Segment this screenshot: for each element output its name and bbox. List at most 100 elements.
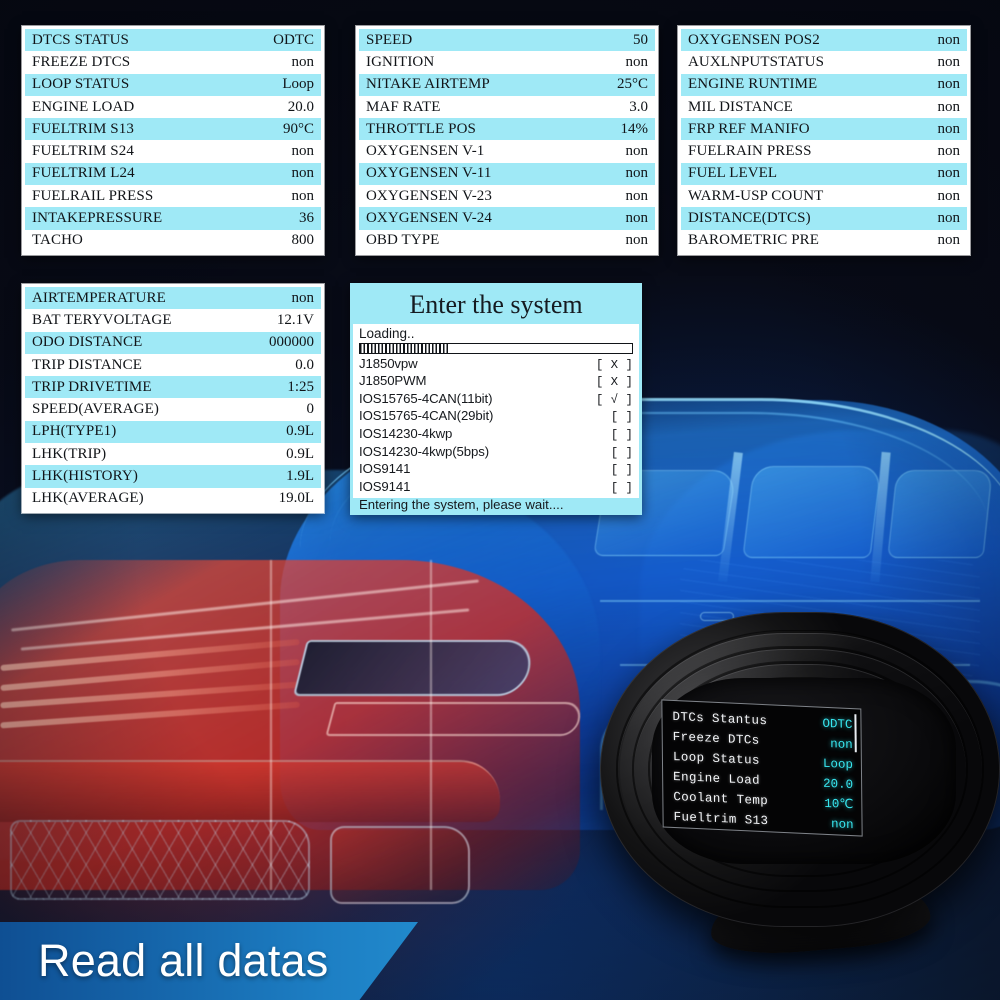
row-key: WARM-USP COUNT xyxy=(688,187,824,204)
bottom-banner: Read all datas xyxy=(0,922,418,1000)
panel-sensor-data: OXYGENSEN POS2 non AUXLNPUTSTATUS non ENGINE… xyxy=(678,26,970,255)
table-row: FREEZE DTCS non xyxy=(25,51,321,73)
table-row: THROTTLE POS 14% xyxy=(359,118,655,141)
enter-system-title: Enter the system xyxy=(353,286,639,324)
row-value: non xyxy=(625,143,649,160)
protocol-row: IOS14230-4kwp [ ] xyxy=(359,426,633,444)
row-value: non xyxy=(291,165,315,182)
table-row: FUELTRIM S24 non xyxy=(25,140,321,162)
protocol-row: J1850vpw [ X ] xyxy=(359,356,633,374)
row-value: 12.1V xyxy=(276,311,314,328)
row-value: non xyxy=(937,31,961,48)
table-row: FUELRAIN PRESS non xyxy=(681,140,967,162)
row-key: OXYGENSEN V-11 xyxy=(366,165,492,182)
device-lcd-caret xyxy=(854,714,857,753)
table-row: ODO DISTANCE 000000 xyxy=(25,331,321,354)
protocol-row: IOS15765-4CAN(29bit) [ ] xyxy=(359,408,633,426)
table-row: FUELRAIL PRESS non xyxy=(25,185,321,207)
row-value: 25°C xyxy=(616,76,648,93)
lcd-row-value: Loop xyxy=(822,756,853,773)
row-key: OBD TYPE xyxy=(366,232,440,249)
row-key: ENGINE LOAD xyxy=(32,98,135,115)
protocol-status: [ ] xyxy=(610,463,633,478)
protocol-status: [ ] xyxy=(610,445,633,460)
table-row: FUELTRIM S13 90°C xyxy=(25,118,321,141)
protocol-name: J1850PWM xyxy=(359,373,427,389)
row-key: TACHO xyxy=(32,232,83,249)
row-value: 0 xyxy=(306,401,315,418)
row-value: 36 xyxy=(299,210,314,227)
row-key: FUEL LEVEL xyxy=(688,165,778,182)
lcd-row-value: 20.0 xyxy=(823,776,854,793)
row-key: ENGINE RUNTIME xyxy=(688,76,818,93)
table-row: SPEED 50 xyxy=(359,29,655,52)
panel-enter-system: Enter the system Loading.. J1850vpw [ X ]… xyxy=(350,283,642,515)
protocol-row: J1850PWM [ X ] xyxy=(359,373,633,391)
row-key: SPEED(AVERAGE) xyxy=(32,401,159,418)
engine-row-list: SPEED 50 IGNITION non NITAKE AIRTEMP 25°C MAF … xyxy=(359,29,655,252)
hud-device: DTCs Stantus ODTC Freeze DTCs non Loop Statu… xyxy=(600,612,1000,960)
lcd-row-value: non xyxy=(830,737,853,753)
protocol-row: IOS9141 [ ] xyxy=(359,461,633,479)
device-lcd-row-list: DTCs Stantus ODTC Freeze DTCs non Loop Statu… xyxy=(672,707,853,835)
enter-system-footer: Entering the system, please wait.... xyxy=(359,497,564,513)
table-row: BAROMETRIC PRE non xyxy=(681,230,967,252)
row-key: DTCS STATUS xyxy=(32,31,130,48)
row-key: AIRTEMPERATURE xyxy=(32,289,166,306)
row-key: FRP REF MANIFO xyxy=(688,120,810,137)
row-key: FUELRAIN PRESS xyxy=(688,143,812,160)
row-value: non xyxy=(937,143,961,160)
row-key: FUELTRIM L24 xyxy=(32,165,135,182)
protocol-status: [ ] xyxy=(610,427,633,442)
lcd-row-key: Fueltrim S13 xyxy=(673,809,769,829)
protocol-name: J1850vpw xyxy=(359,355,418,371)
row-key: MAF RATE xyxy=(366,98,441,115)
sensor-row-list: OXYGENSEN POS2 non AUXLNPUTSTATUS non ENGINE… xyxy=(681,29,967,252)
row-value: 0.9L xyxy=(286,445,314,462)
row-key: LHK(TRIP) xyxy=(32,445,107,462)
row-key: BAROMETRIC PRE xyxy=(688,232,820,249)
protocol-status: [ ] xyxy=(610,410,633,425)
row-value: 19.0L xyxy=(278,490,314,507)
lcd-row-value: non xyxy=(830,817,854,833)
row-key: THROTTLE POS xyxy=(366,120,476,137)
row-value: non xyxy=(625,187,649,204)
row-key: LHK(AVERAGE) xyxy=(32,490,144,507)
table-row: LHK(AVERAGE) 19.0L xyxy=(25,488,321,510)
table-row: FUELTRIM L24 non xyxy=(25,162,321,186)
loading-progress-fill xyxy=(360,343,450,353)
row-value: non xyxy=(937,187,961,204)
table-row: MIL DISTANCE non xyxy=(681,96,967,118)
table-row: WARM-USP COUNT non xyxy=(681,185,967,207)
row-key: SPEED xyxy=(366,31,413,48)
row-value: ODTC xyxy=(273,31,314,48)
row-key: ODO DISTANCE xyxy=(32,334,143,351)
protocol-name: IOS15765-4CAN(29bit) xyxy=(359,408,494,424)
row-key: MIL DISTANCE xyxy=(688,98,793,115)
table-row: BAT TERYVOLTAGE 12.1V xyxy=(25,309,321,331)
row-value: non xyxy=(937,98,961,115)
table-row: OXYGENSEN POS2 non xyxy=(681,29,967,52)
table-row: ENGINE LOAD 20.0 xyxy=(25,96,321,118)
row-key: LHK(HISTORY) xyxy=(32,468,138,485)
row-key: NITAKE AIRTEMP xyxy=(366,76,490,93)
row-value: non xyxy=(937,210,961,227)
protocol-status: [ X ] xyxy=(595,357,633,372)
row-value: non xyxy=(625,53,649,70)
enter-system-body: Loading.. J1850vpw[ X ] J1850PWM[ X ] IOS1… xyxy=(353,324,639,512)
row-key: LOOP STATUS xyxy=(32,76,130,93)
protocol-row: IOS15765-4CAN(11bit) [ √ ] xyxy=(359,391,633,409)
table-row: OXYGENSEN V-24 non xyxy=(359,207,655,230)
table-row: OXYGENSEN V-11 non xyxy=(359,162,655,186)
protocol-row: IOS14230-4kwp(5bps) [ ] xyxy=(359,444,633,462)
row-value: non xyxy=(625,210,649,227)
row-value: non xyxy=(937,165,961,182)
table-row: INTAKEPRESSURE 36 xyxy=(25,207,321,230)
trip-row-list: AIRTEMPERATURE non BAT TERYVOLTAGE 12.1V ODO… xyxy=(25,287,321,510)
row-key: FUELRAIL PRESS xyxy=(32,187,154,204)
panel-trip-data: AIRTEMPERATURE non BAT TERYVOLTAGE 12.1V ODO… xyxy=(22,284,324,513)
row-value: 0.0 xyxy=(295,356,314,373)
row-key: AUXLNPUTSTATUS xyxy=(688,53,825,70)
row-value: non xyxy=(291,143,315,160)
row-value: non xyxy=(625,232,649,249)
